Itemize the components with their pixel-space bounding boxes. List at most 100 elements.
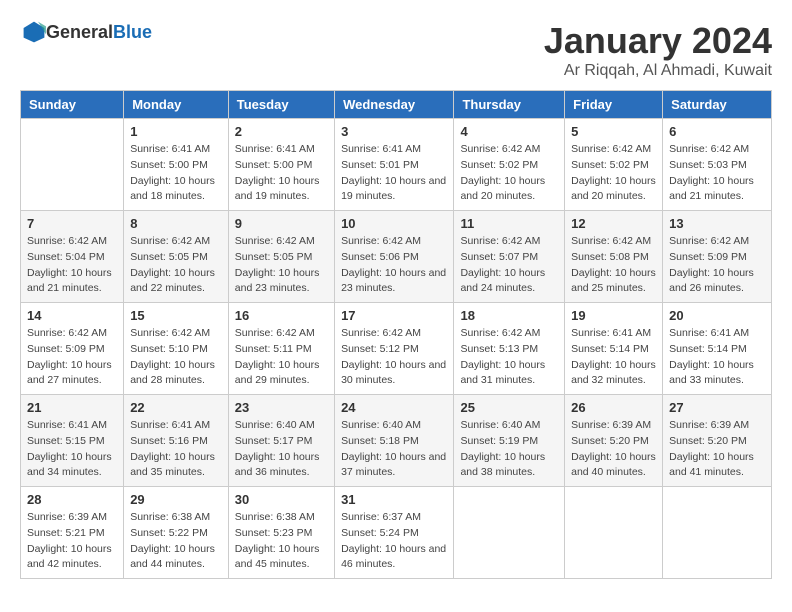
calendar-cell: 1Sunrise: 6:41 AMSunset: 5:00 PMDaylight… — [124, 119, 229, 211]
calendar-cell: 8Sunrise: 6:42 AMSunset: 5:05 PMDaylight… — [124, 211, 229, 303]
logo-text-general: General — [46, 22, 113, 42]
day-info: Sunrise: 6:40 AMSunset: 5:17 PMDaylight:… — [235, 418, 328, 481]
day-number: 26 — [571, 400, 656, 415]
calendar-cell: 6 Sunrise: 6:42 AMSunset: 5:03 PMDaylight… — [663, 119, 772, 211]
day-info: Sunrise: 6:42 AMSunset: 5:05 PMDaylight:… — [235, 234, 328, 297]
calendar-cell: 9 Sunrise: 6:42 AMSunset: 5:05 PMDaylight… — [228, 211, 334, 303]
logo-icon — [22, 20, 46, 44]
calendar-week-row: 7Sunrise: 6:42 AMSunset: 5:04 PMDaylight… — [21, 211, 772, 303]
calendar-cell: 2Sunrise: 6:41 AMSunset: 5:00 PMDaylight… — [228, 119, 334, 211]
calendar-week-row: 21 Sunrise: 6:41 AMSunset: 5:15 PMDayligh… — [21, 395, 772, 487]
calendar-cell: 26 Sunrise: 6:39 AMSunset: 5:20 PMDayligh… — [565, 395, 663, 487]
calendar-cell: 11 Sunrise: 6:42 AMSunset: 5:07 PMDayligh… — [454, 211, 565, 303]
day-number: 18 — [460, 308, 558, 323]
day-number: 14 — [27, 308, 117, 323]
day-header: Thursday — [454, 91, 565, 119]
day-info: Sunrise: 6:41 AMSunset: 5:14 PMDaylight:… — [669, 326, 765, 389]
calendar-cell: 10 Sunrise: 6:42 AMSunset: 5:06 PMDayligh… — [335, 211, 454, 303]
day-number: 22 — [130, 400, 222, 415]
day-info: Sunrise: 6:38 AMSunset: 5:22 PMDaylight:… — [130, 510, 222, 573]
calendar-cell: 13 Sunrise: 6:42 AMSunset: 5:09 PMDayligh… — [663, 211, 772, 303]
day-number: 27 — [669, 400, 765, 415]
calendar-cell: 18 Sunrise: 6:42 AMSunset: 5:13 PMDayligh… — [454, 303, 565, 395]
day-number: 28 — [27, 492, 117, 507]
day-info: Sunrise: 6:41 AMSunset: 5:15 PMDaylight:… — [27, 418, 117, 481]
calendar-cell: 5 Sunrise: 6:42 AMSunset: 5:02 PMDaylight… — [565, 119, 663, 211]
day-number: 13 — [669, 216, 765, 231]
day-header: Saturday — [663, 91, 772, 119]
calendar-cell — [565, 487, 663, 579]
day-number: 8 — [130, 216, 222, 231]
calendar-cell: 27 Sunrise: 6:39 AMSunset: 5:20 PMDayligh… — [663, 395, 772, 487]
calendar-cell: 21 Sunrise: 6:41 AMSunset: 5:15 PMDayligh… — [21, 395, 124, 487]
day-info: Sunrise: 6:41 AMSunset: 5:01 PMDaylight:… — [341, 142, 447, 205]
day-info: Sunrise: 6:42 AMSunset: 5:09 PMDaylight:… — [27, 326, 117, 389]
day-number: 15 — [130, 308, 222, 323]
day-number: 7 — [27, 216, 117, 231]
calendar-cell: 14 Sunrise: 6:42 AMSunset: 5:09 PMDayligh… — [21, 303, 124, 395]
calendar-cell: 19Sunrise: 6:41 AMSunset: 5:14 PMDayligh… — [565, 303, 663, 395]
day-header: Wednesday — [335, 91, 454, 119]
day-info: Sunrise: 6:41 AMSunset: 5:16 PMDaylight:… — [130, 418, 222, 481]
calendar-cell: 22 Sunrise: 6:41 AMSunset: 5:16 PMDayligh… — [124, 395, 229, 487]
calendar-cell: 15 Sunrise: 6:42 AMSunset: 5:10 PMDayligh… — [124, 303, 229, 395]
day-info: Sunrise: 6:42 AMSunset: 5:02 PMDaylight:… — [460, 142, 558, 205]
day-header: Sunday — [21, 91, 124, 119]
calendar-cell: 12 Sunrise: 6:42 AMSunset: 5:08 PMDayligh… — [565, 211, 663, 303]
calendar-week-row: 1Sunrise: 6:41 AMSunset: 5:00 PMDaylight… — [21, 119, 772, 211]
calendar-cell: 4 Sunrise: 6:42 AMSunset: 5:02 PMDaylight… — [454, 119, 565, 211]
calendar-cell: 7Sunrise: 6:42 AMSunset: 5:04 PMDaylight… — [21, 211, 124, 303]
day-header: Friday — [565, 91, 663, 119]
logo-text-blue: Blue — [113, 22, 152, 42]
calendar-cell: 23 Sunrise: 6:40 AMSunset: 5:17 PMDayligh… — [228, 395, 334, 487]
day-number: 6 — [669, 124, 765, 139]
day-number: 31 — [341, 492, 447, 507]
day-info: Sunrise: 6:41 AMSunset: 5:14 PMDaylight:… — [571, 326, 656, 389]
day-number: 25 — [460, 400, 558, 415]
logo: GeneralBlue — [20, 20, 152, 44]
day-number: 23 — [235, 400, 328, 415]
title-area: January 2024 Ar Riqqah, Al Ahmadi, Kuwai… — [544, 20, 772, 80]
day-number: 12 — [571, 216, 656, 231]
day-number: 3 — [341, 124, 447, 139]
day-info: Sunrise: 6:40 AMSunset: 5:19 PMDaylight:… — [460, 418, 558, 481]
day-info: Sunrise: 6:42 AMSunset: 5:10 PMDaylight:… — [130, 326, 222, 389]
calendar-cell: 29 Sunrise: 6:38 AMSunset: 5:22 PMDayligh… — [124, 487, 229, 579]
day-number: 21 — [27, 400, 117, 415]
day-number: 5 — [571, 124, 656, 139]
day-number: 11 — [460, 216, 558, 231]
day-info: Sunrise: 6:42 AMSunset: 5:03 PMDaylight:… — [669, 142, 765, 205]
day-number: 9 — [235, 216, 328, 231]
calendar-week-row: 14 Sunrise: 6:42 AMSunset: 5:09 PMDayligh… — [21, 303, 772, 395]
day-info: Sunrise: 6:40 AMSunset: 5:18 PMDaylight:… — [341, 418, 447, 481]
day-info: Sunrise: 6:42 AMSunset: 5:13 PMDaylight:… — [460, 326, 558, 389]
month-title: January 2024 — [544, 20, 772, 62]
day-number: 20 — [669, 308, 765, 323]
calendar-cell: 30Sunrise: 6:38 AMSunset: 5:23 PMDayligh… — [228, 487, 334, 579]
header-row: SundayMondayTuesdayWednesdayThursdayFrid… — [21, 91, 772, 119]
day-info: Sunrise: 6:42 AMSunset: 5:09 PMDaylight:… — [669, 234, 765, 297]
calendar-cell — [663, 487, 772, 579]
day-info: Sunrise: 6:42 AMSunset: 5:12 PMDaylight:… — [341, 326, 447, 389]
calendar-cell: 20 Sunrise: 6:41 AMSunset: 5:14 PMDayligh… — [663, 303, 772, 395]
calendar-cell: 3 Sunrise: 6:41 AMSunset: 5:01 PMDaylight… — [335, 119, 454, 211]
day-info: Sunrise: 6:42 AMSunset: 5:08 PMDaylight:… — [571, 234, 656, 297]
day-number: 10 — [341, 216, 447, 231]
day-info: Sunrise: 6:42 AMSunset: 5:11 PMDaylight:… — [235, 326, 328, 389]
day-info: Sunrise: 6:42 AMSunset: 5:02 PMDaylight:… — [571, 142, 656, 205]
calendar-cell: 24 Sunrise: 6:40 AMSunset: 5:18 PMDayligh… — [335, 395, 454, 487]
calendar-cell: 28 Sunrise: 6:39 AMSunset: 5:21 PMDayligh… — [21, 487, 124, 579]
day-info: Sunrise: 6:42 AMSunset: 5:07 PMDaylight:… — [460, 234, 558, 297]
day-info: Sunrise: 6:37 AMSunset: 5:24 PMDaylight:… — [341, 510, 447, 573]
day-info: Sunrise: 6:39 AMSunset: 5:20 PMDaylight:… — [669, 418, 765, 481]
day-info: Sunrise: 6:39 AMSunset: 5:20 PMDaylight:… — [571, 418, 656, 481]
day-info: Sunrise: 6:39 AMSunset: 5:21 PMDaylight:… — [27, 510, 117, 573]
day-number: 4 — [460, 124, 558, 139]
header: GeneralBlue January 2024 Ar Riqqah, Al A… — [20, 20, 772, 80]
day-info: Sunrise: 6:42 AMSunset: 5:06 PMDaylight:… — [341, 234, 447, 297]
day-number: 29 — [130, 492, 222, 507]
day-number: 24 — [341, 400, 447, 415]
calendar-week-row: 28 Sunrise: 6:39 AMSunset: 5:21 PMDayligh… — [21, 487, 772, 579]
day-header: Monday — [124, 91, 229, 119]
day-number: 16 — [235, 308, 328, 323]
